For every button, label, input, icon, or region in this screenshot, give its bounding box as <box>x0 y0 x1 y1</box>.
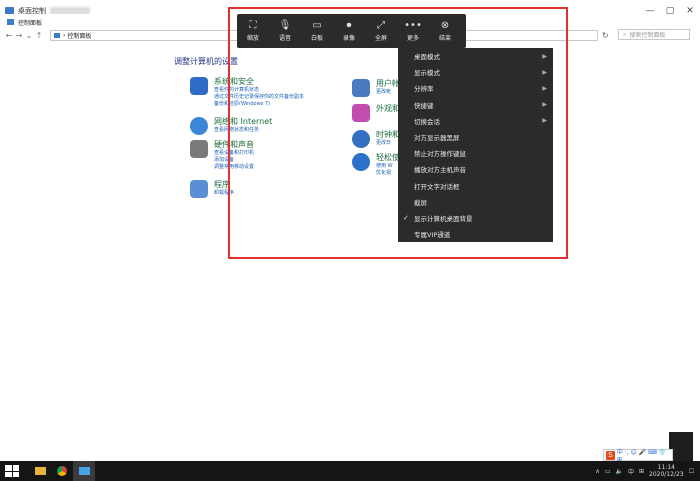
forward-button[interactable]: → <box>14 31 24 40</box>
windows-start-icon[interactable] <box>5 465 19 477</box>
menu-item-label: 播放对方主机声音 <box>414 166 466 175</box>
close-circle-icon: ⊗ <box>440 20 450 31</box>
ime-language[interactable]: 中 <box>628 467 634 476</box>
clock-time: 11:14 <box>657 464 675 471</box>
menu-item-label: 分辨率 <box>414 85 434 94</box>
fullscreen-button[interactable]: ⤢ 全屏 <box>365 20 397 42</box>
end-session-button[interactable]: ⊗ 结束 <box>429 20 461 42</box>
toolbar-label: 录像 <box>342 35 355 42</box>
menu-item-block-input[interactable]: 禁止对方操作键鼠 <box>398 145 553 161</box>
menu-item-display-mode[interactable]: 显示模式 ▶ <box>398 64 553 80</box>
sogou-logo-icon: S <box>606 450 615 460</box>
control-panel-icon <box>7 19 14 25</box>
shield-icon <box>190 77 208 95</box>
menu-item-desktop-mode[interactable]: 桌面模式 ▶ <box>398 48 553 64</box>
menu-item-show-wallpaper[interactable]: ✓ 显示计算机桌面背景 <box>398 210 553 226</box>
whiteboard-button[interactable]: ▭ 白板 <box>301 20 333 42</box>
recent-dropdown-button[interactable]: ⌄ <box>24 31 34 40</box>
file-explorer-icon[interactable] <box>29 461 51 481</box>
remote-toolbar: ⛶ 缩放 🎙 语音 ▭ 白板 ⏺ 录像 ⤢ 全屏 ••• 更多 ⊗ 结束 <box>237 14 466 48</box>
menu-item-play-remote-sound[interactable]: 播放对方主机声音 <box>398 161 553 177</box>
breadcrumb-item[interactable]: 控制面板 <box>67 31 91 40</box>
clock-date: 2020/12/23 <box>649 471 684 478</box>
menu-item-vip-channel[interactable]: 专属VIP通道 <box>398 226 553 242</box>
fullscreen-icon: ⤢ <box>377 20 385 31</box>
system-tray: ∧ ▭ 🔈 中 ⊞ 11:14 2020/12/23 ☐ <box>595 461 694 481</box>
menu-item-label: 桌面模式 <box>414 53 440 62</box>
menu-item-label: 快捷键 <box>414 101 434 110</box>
menu-item-label: 专属VIP通道 <box>414 231 451 240</box>
whiteboard-icon: ▭ <box>312 20 322 31</box>
menu-item-black-screen[interactable]: 对方显示器黑屏 <box>398 129 553 145</box>
clock[interactable]: 11:14 2020/12/23 <box>649 464 684 478</box>
chevron-right-icon: ▶ <box>542 84 547 92</box>
menu-item-shortcuts[interactable]: 快捷键 ▶ <box>398 97 553 113</box>
menu-item-label: 切换会话 <box>414 117 440 126</box>
toolbar-label: 语音 <box>278 35 291 42</box>
tray-app-icon[interactable]: ⊞ <box>639 468 644 475</box>
checkmark-icon: ✓ <box>403 213 409 222</box>
more-icon: ••• <box>404 20 422 31</box>
zoom-icon: ⛶ <box>249 20 257 31</box>
menu-item-text-chat[interactable]: 打开文字对话框 <box>398 178 553 194</box>
voice-button[interactable]: 🎙 语音 <box>269 20 301 42</box>
chevron-right-icon: ▶ <box>542 101 547 109</box>
toolbar-label: 结束 <box>438 35 451 42</box>
menu-item-label: 打开文字对话框 <box>414 182 460 191</box>
chevron-right-icon: ▶ <box>542 117 547 125</box>
taskbar: ∧ ▭ 🔈 中 ⊞ 11:14 2020/12/23 ☐ <box>0 461 700 481</box>
menu-item-label: 对方显示器黑屏 <box>414 134 460 143</box>
back-button[interactable]: ← <box>4 31 14 40</box>
menu-item-label: 截屏 <box>414 198 427 207</box>
search-input[interactable]: ⌕ 搜索控制面板 <box>618 29 690 40</box>
record-button[interactable]: ⏺ 录像 <box>333 20 365 42</box>
zoom-button[interactable]: ⛶ 缩放 <box>237 20 269 42</box>
menu-item-screenshot[interactable]: 截屏 <box>398 194 553 210</box>
menu-item-label: 显示模式 <box>414 69 440 78</box>
menu-item-label: 禁止对方操作键鼠 <box>414 150 466 159</box>
chrome-icon[interactable] <box>51 461 73 481</box>
breadcrumb: › <box>63 31 66 39</box>
more-button[interactable]: ••• 更多 <box>397 20 429 42</box>
menu-item-resolution[interactable]: 分辨率 ▶ <box>398 80 553 96</box>
refresh-icon[interactable]: ↻ <box>602 31 609 40</box>
programs-icon <box>190 180 208 198</box>
toolbar-label: 全屏 <box>374 35 387 42</box>
search-placeholder: 搜索控制面板 <box>629 32 666 39</box>
globe-icon <box>190 117 208 135</box>
menu-item-label: 显示计算机桌面背景 <box>414 214 473 223</box>
explorer-title: 控制面板 <box>18 19 43 27</box>
remote-app-taskbar-icon[interactable] <box>73 461 95 481</box>
toolbar-label: 更多 <box>406 35 419 42</box>
notifications-icon[interactable]: ☐ <box>689 468 694 475</box>
microphone-icon: 🎙 <box>278 20 292 31</box>
ime-toolbar[interactable]: S 中 ·, ☺ 🎤 ⌨ 👕 ⊞ <box>603 449 673 463</box>
toolbar-label: 白板 <box>310 35 323 42</box>
search-icon: ⌕ <box>623 30 627 38</box>
up-button[interactable]: ↑ <box>34 31 44 40</box>
volume-icon[interactable]: 🔈 <box>615 468 622 475</box>
network-icon[interactable]: ▭ <box>605 468 611 475</box>
control-panel-small-icon <box>54 32 60 38</box>
toolbar-label: 缩放 <box>246 35 259 42</box>
chevron-right-icon: ▶ <box>542 52 547 60</box>
more-menu: 桌面模式 ▶ 显示模式 ▶ 分辨率 ▶ 快捷键 ▶ 切换会话 ▶ 对方显示器黑屏 禁止对方… <box>398 48 553 242</box>
camera-icon: ⏺ <box>346 20 352 31</box>
printer-icon <box>190 140 208 158</box>
tray-chevron-icon[interactable]: ∧ <box>595 468 599 475</box>
chevron-right-icon: ▶ <box>542 68 547 76</box>
menu-item-switch-session[interactable]: 切换会话 ▶ <box>398 113 553 129</box>
